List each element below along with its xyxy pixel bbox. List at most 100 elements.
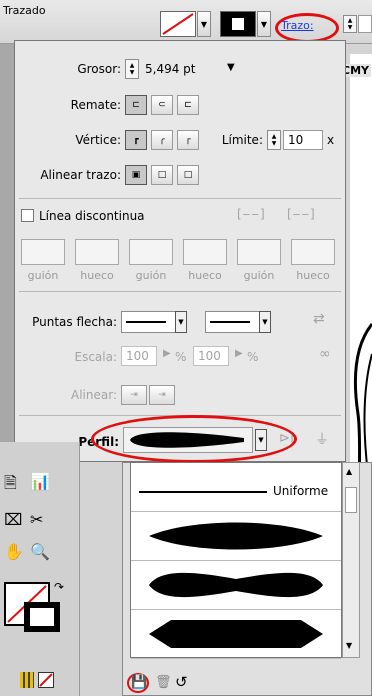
weight-spinner-mini[interactable]: ▲ ▼ — [343, 15, 357, 33]
list-item[interactable] — [131, 561, 341, 610]
end-arrowhead-dropdown[interactable]: ▼ — [259, 311, 271, 333]
arrow-place-button[interactable]: ⇥ — [149, 385, 175, 405]
gap-field-3[interactable] — [291, 239, 335, 265]
tools-panel: 🗎 📊 ⌧ ✂ ✋ 🔍 ↷ — [0, 442, 80, 696]
none-swatch-icon — [162, 13, 194, 35]
control-bar: Trazado ▼ ▼ Trazo: ▲ ▼ — [0, 0, 372, 44]
stroke-swatch[interactable] — [220, 11, 256, 37]
gap-label-2: hueco — [188, 269, 222, 282]
start-arrowhead-select[interactable] — [121, 311, 181, 333]
dash-field-2[interactable] — [129, 239, 173, 265]
chevron-down-icon: ▼ — [178, 318, 184, 326]
profile-shape-preview — [149, 522, 323, 550]
scroll-up-icon[interactable]: ▲ — [346, 467, 352, 476]
weight-dropdown-icon[interactable]: ▼ — [227, 62, 235, 73]
play-icon[interactable]: ▶ — [235, 348, 243, 359]
uniform-line-preview — [139, 491, 267, 493]
swap-arrowheads-icon[interactable]: ⇄ — [313, 311, 325, 327]
limit-suffix: x — [327, 133, 335, 147]
limit-input[interactable]: 10 — [283, 130, 323, 150]
highlight-ring — [275, 13, 339, 43]
gap-label-1: hueco — [80, 269, 114, 282]
projecting-cap-icon: ⊏ — [184, 100, 192, 110]
reset-profile-icon[interactable]: ↺ — [175, 673, 188, 691]
delete-profile-icon[interactable]: 🗑 — [155, 675, 172, 690]
gap-field-1[interactable] — [75, 239, 119, 265]
list-item-label: Uniforme — [273, 484, 329, 498]
profile-shape-preview — [149, 572, 323, 598]
list-item[interactable] — [131, 610, 341, 659]
gap-field-2[interactable] — [183, 239, 227, 265]
align-inside-button[interactable]: □ — [151, 165, 173, 185]
arrow-extend-button[interactable]: ⇥ — [121, 385, 147, 405]
chevron-down-icon: ▼ — [262, 318, 268, 326]
limit-spinner[interactable]: ▲ ▼ — [267, 130, 281, 150]
column-graph-icon[interactable]: 📊 — [30, 472, 50, 491]
profile-list-scrollbar[interactable]: ▲ ▼ — [342, 462, 360, 658]
dash-align-corners-icon[interactable]: [‒‒] — [237, 207, 266, 221]
scale-end-input[interactable]: 100 — [193, 346, 229, 366]
weight-field-mini[interactable] — [358, 15, 372, 33]
document-canvas — [350, 54, 372, 515]
slice-tool-icon[interactable]: ⌧ — [4, 510, 22, 529]
scale-percent-1: % — [175, 350, 187, 364]
control-bar-title: Trazado — [3, 4, 46, 17]
miter-join-icon: ┏ — [133, 135, 139, 145]
chevron-down-icon: ▼ — [200, 19, 208, 29]
save-profile-icon[interactable]: 💾 — [131, 675, 147, 690]
end-arrowhead-select[interactable] — [205, 311, 265, 333]
symbol-sprayer-icon[interactable]: 🗎 — [4, 472, 17, 499]
gap-label-3: hueco — [296, 269, 330, 282]
butt-cap-button[interactable]: ⊏ — [125, 95, 147, 115]
profile-list: Uniforme — [130, 462, 342, 659]
fill-swatch[interactable] — [160, 11, 196, 37]
align-outside-icon: □ — [183, 170, 193, 180]
divider — [19, 198, 341, 199]
list-item[interactable]: Uniforme — [131, 463, 341, 512]
bevel-join-icon: ┌ — [185, 135, 191, 145]
weight-spinner[interactable]: ▲ ▼ — [125, 59, 139, 79]
miter-join-button[interactable]: ┏ — [125, 130, 147, 150]
round-join-button[interactable]: ╭ — [151, 130, 173, 150]
align-stroke-label: Alinear trazo: — [40, 168, 121, 182]
arrow-extend-icon: ⇥ — [130, 390, 138, 400]
dash-label-1: guión — [27, 269, 59, 282]
scale-label: Escala: — [74, 350, 117, 364]
list-item[interactable] — [131, 512, 341, 561]
link-scale-icon[interactable]: ∞ — [319, 346, 331, 362]
cap-label: Remate: — [70, 98, 121, 112]
hand-tool-icon[interactable]: ✋ — [4, 542, 24, 561]
align-inside-icon: □ — [157, 170, 167, 180]
weight-value[interactable]: 5,494 pt — [145, 62, 196, 76]
stroke-indicator[interactable] — [24, 602, 60, 632]
dash-field-3[interactable] — [237, 239, 281, 265]
align-outside-button[interactable]: □ — [177, 165, 199, 185]
scroll-down-icon[interactable]: ▼ — [346, 641, 352, 650]
dash-align-ends-icon[interactable]: [‒‒] — [287, 207, 316, 221]
swap-colors-icon[interactable]: ↷ — [54, 580, 64, 594]
fill-dropdown[interactable]: ▼ — [197, 11, 211, 37]
line-preview — [126, 321, 166, 323]
dashed-line-checkbox[interactable] — [21, 209, 34, 222]
color-mode-icon[interactable] — [20, 672, 34, 688]
none-mode-button[interactable] — [38, 672, 54, 688]
dash-field-1[interactable] — [21, 239, 65, 265]
weight-label: Grosor: — [77, 62, 121, 76]
align-center-button[interactable]: ▣ — [125, 165, 147, 185]
start-arrowhead-dropdown[interactable]: ▼ — [175, 311, 187, 333]
stroke-swatch-inner — [232, 18, 244, 30]
round-cap-button[interactable]: ⊂ — [151, 95, 173, 115]
projecting-cap-button[interactable]: ⊏ — [177, 95, 199, 115]
scale-start-input[interactable]: 100 — [121, 346, 157, 366]
stroke-dropdown[interactable]: ▼ — [257, 11, 271, 37]
scissors-icon[interactable]: ✂ — [30, 510, 43, 529]
bevel-join-button[interactable]: ┌ — [177, 130, 199, 150]
flip-across-icon[interactable]: ⏚ — [315, 429, 329, 449]
align-center-icon: ▣ — [131, 170, 141, 180]
zoom-tool-icon[interactable]: 🔍 — [30, 542, 50, 561]
chevron-down-icon: ▼ — [260, 19, 268, 29]
scroll-thumb[interactable] — [345, 487, 357, 513]
butt-cap-icon: ⊏ — [132, 100, 140, 110]
play-icon[interactable]: ▶ — [163, 348, 171, 359]
artwork-stroke — [353, 323, 372, 515]
